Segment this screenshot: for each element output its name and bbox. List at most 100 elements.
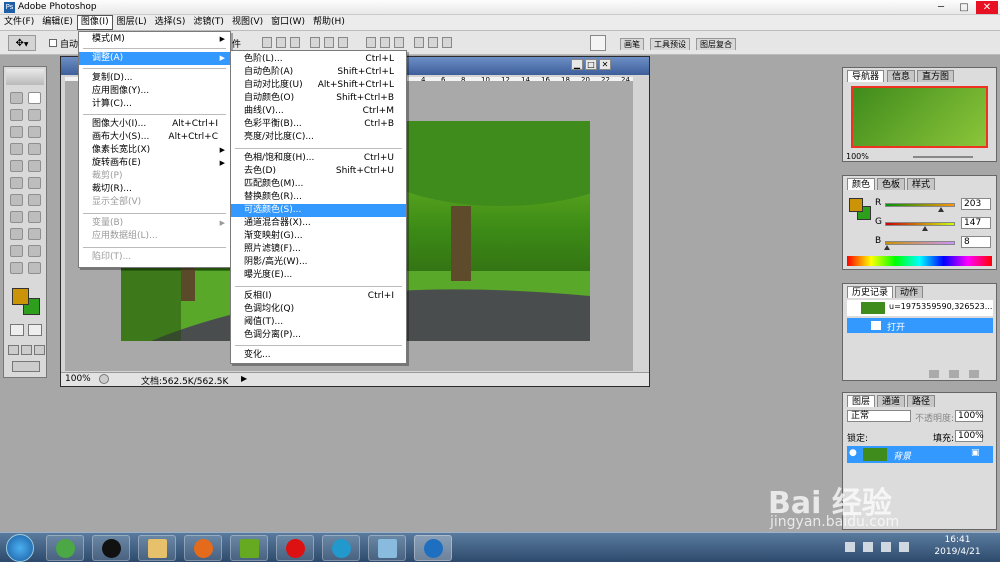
minimize-button[interactable]: ─ <box>930 1 952 14</box>
adjust-menu-item-selective-color[interactable]: 可选颜色(S)... <box>231 204 406 217</box>
pen-tool-icon[interactable] <box>10 228 23 240</box>
menu-layer[interactable]: 图层(L) <box>113 15 151 30</box>
align-vcenter-icon[interactable] <box>276 37 286 48</box>
jump-to-imageready-icon[interactable] <box>12 361 40 372</box>
menu-image[interactable]: 图像(I) <box>76 15 113 30</box>
image-menu-item[interactable]: 计算(C)... <box>79 98 230 111</box>
channel-slider-thumb[interactable] <box>937 207 944 212</box>
history-brush-icon[interactable] <box>28 160 41 172</box>
image-menu-item[interactable]: 应用数据组(L)... <box>79 230 230 243</box>
tab-info[interactable]: 信息 <box>887 70 916 82</box>
channel-slider-b[interactable] <box>885 241 955 245</box>
image-menu-item[interactable]: 像素长宽比(X) ▶ <box>79 144 230 157</box>
align-right-icon[interactable] <box>338 37 348 48</box>
gradient-tool-icon[interactable] <box>28 177 41 189</box>
new-snapshot-icon[interactable] <box>929 370 939 378</box>
adjust-menu-item[interactable]: 反相(I) Ctrl+I <box>231 290 406 303</box>
image-menu-item[interactable]: 复制(D)... <box>79 72 230 85</box>
path-select-icon[interactable] <box>10 211 23 223</box>
channel-value-input[interactable]: 147 <box>961 217 991 229</box>
image-menu-item[interactable]: 变量(B) ▶ <box>79 217 230 230</box>
brush-tool-icon[interactable] <box>28 143 41 155</box>
adjust-menu-item[interactable]: 渐变映射(G)... <box>231 230 406 243</box>
palette-well-tab-layer-comps[interactable]: 图层复合 <box>696 38 736 50</box>
healing-brush-icon[interactable] <box>10 143 23 155</box>
standard-mode-icon[interactable] <box>10 324 24 336</box>
tab-swatches[interactable]: 色板 <box>877 178 906 190</box>
palette-well-tab-tool-presets[interactable]: 工具预设 <box>650 38 690 50</box>
adjust-menu-item[interactable]: 色阶(L)... Ctrl+L <box>231 53 406 66</box>
tray-volume-icon[interactable] <box>899 542 909 552</box>
color-fg-swatch[interactable] <box>849 198 863 212</box>
adjust-menu-item[interactable]: 阴影/高光(W)... <box>231 256 406 269</box>
blend-mode-select[interactable]: 正常 <box>847 410 911 422</box>
taskbar-app-7[interactable] <box>322 535 360 561</box>
taskbar-app-3[interactable] <box>138 535 176 561</box>
adjust-menu-item[interactable]: 变化... <box>231 349 406 362</box>
navigator-zoom[interactable]: 100% <box>846 152 869 161</box>
adjust-menu-item[interactable]: 曲线(V)... Ctrl+M <box>231 105 406 118</box>
hand-tool-icon[interactable] <box>10 262 23 274</box>
adjust-menu-item[interactable]: 色调分离(P)... <box>231 329 406 342</box>
adjust-menu-item[interactable]: 阈值(T)... <box>231 316 406 329</box>
taskbar-app-8[interactable] <box>368 535 406 561</box>
screen-mode-standard-icon[interactable] <box>8 345 19 355</box>
image-menu-item[interactable]: 旋转画布(E) ▶ <box>79 157 230 170</box>
image-menu-item[interactable]: 显示全部(V) <box>79 196 230 209</box>
tray-flag-icon[interactable] <box>863 542 873 552</box>
menu-filter[interactable]: 滤镜(T) <box>189 15 228 30</box>
type-tool-icon[interactable] <box>28 211 41 223</box>
tab-histogram[interactable]: 直方图 <box>917 70 955 82</box>
screen-mode-menu-icon[interactable] <box>21 345 32 355</box>
tab-history[interactable]: 历史记录 <box>847 286 894 298</box>
eye-icon[interactable]: ● <box>849 448 857 458</box>
menu-window[interactable]: 窗口(W) <box>267 15 309 30</box>
menu-file[interactable]: 文件(F) <box>0 15 38 30</box>
taskbar-app-photoshop[interactable] <box>414 535 452 561</box>
marquee-tool-icon[interactable] <box>10 92 23 104</box>
distribute-vcenter-icon[interactable] <box>380 37 390 48</box>
channel-value-input[interactable]: 203 <box>961 198 991 210</box>
menu-view[interactable]: 视图(V) <box>228 15 267 30</box>
adjust-menu-item[interactable]: 曝光度(E)... <box>231 269 406 282</box>
navigator-zoom-slider[interactable] <box>913 156 973 158</box>
menu-help[interactable]: 帮助(H) <box>309 15 349 30</box>
image-menu-item[interactable]: 画布大小(S)... Alt+Ctrl+C <box>79 131 230 144</box>
navigator-thumbnail[interactable] <box>851 86 988 148</box>
distribute-bottom-icon[interactable] <box>394 37 404 48</box>
file-browser-icon[interactable] <box>590 35 606 51</box>
tab-navigator[interactable]: 导航器 <box>847 70 885 82</box>
adjust-menu-item[interactable]: 亮度/对比度(C)... <box>231 131 406 144</box>
distribute-hcenter-icon[interactable] <box>428 37 438 48</box>
foreground-color-swatch[interactable] <box>12 288 29 305</box>
shape-tool-icon[interactable] <box>28 228 41 240</box>
image-menu-item[interactable]: 应用图像(Y)... <box>79 85 230 98</box>
channel-slider-r[interactable] <box>885 203 955 207</box>
start-button[interactable] <box>6 534 34 562</box>
align-top-icon[interactable] <box>262 37 272 48</box>
eyedropper-icon[interactable] <box>28 245 41 257</box>
quick-mask-icon[interactable] <box>28 324 42 336</box>
adjust-menu-item[interactable]: 照片滤镜(F)... <box>231 243 406 256</box>
eraser-tool-icon[interactable] <box>10 177 23 189</box>
tab-channels[interactable]: 通道 <box>877 395 906 407</box>
menu-select[interactable]: 选择(S) <box>151 15 190 30</box>
blur-tool-icon[interactable] <box>10 194 23 206</box>
image-menu-item-adjust[interactable]: 调整(A) ▶ <box>79 52 230 65</box>
lasso-tool-icon[interactable] <box>10 109 23 121</box>
image-menu-item[interactable]: 陷印(T)... <box>79 251 230 264</box>
tab-layers[interactable]: 图层 <box>847 395 876 407</box>
stamp-tool-icon[interactable] <box>10 160 23 172</box>
history-item[interactable]: 打开 <box>847 318 993 333</box>
move-tool-preset-button[interactable]: ✥▼ <box>8 35 36 51</box>
image-menu-item[interactable]: 裁切(R)... <box>79 183 230 196</box>
channel-slider-g[interactable] <box>885 222 955 226</box>
adjust-menu-item[interactable]: 色调均化(Q) <box>231 303 406 316</box>
slice-tool-icon[interactable] <box>28 126 41 138</box>
align-bottom-icon[interactable] <box>290 37 300 48</box>
channel-value-input[interactable]: 8 <box>961 236 991 248</box>
adjust-menu-item[interactable]: 色相/饱和度(H)... Ctrl+U <box>231 152 406 165</box>
adjust-menu-item[interactable]: 通道混合器(X)... <box>231 217 406 230</box>
tab-actions[interactable]: 动作 <box>895 286 924 298</box>
distribute-top-icon[interactable] <box>366 37 376 48</box>
